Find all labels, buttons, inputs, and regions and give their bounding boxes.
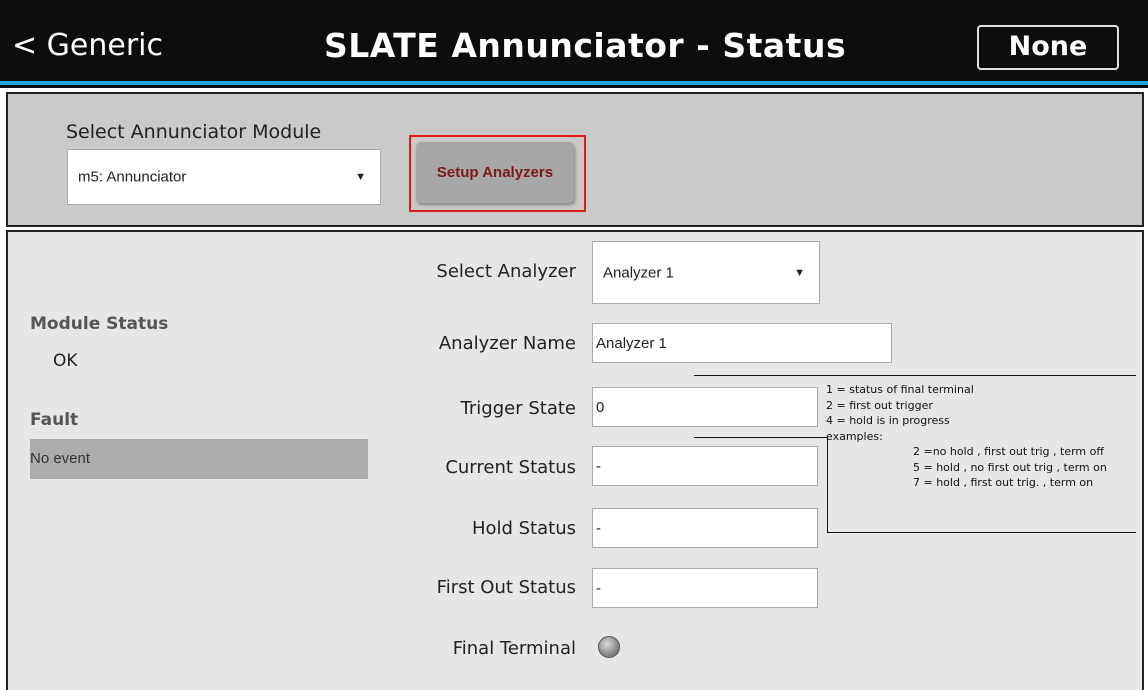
module-select-label: Select Annunciator Module <box>66 121 322 143</box>
legend-example: 7 = hold , first out trig. , term on <box>913 476 1094 489</box>
dropdown-arrow-icon: ▼ <box>355 171 366 183</box>
legend-line: 4 = hold is in progress <box>826 414 950 427</box>
back-button[interactable]: < Generic <box>12 28 163 63</box>
legend-top-line <box>694 375 1136 376</box>
module-select-dropdown[interactable]: m5: Annunciator ▼ <box>67 149 381 205</box>
current-status-label: Current Status <box>445 457 576 478</box>
page-title: SLATE Annunciator - Status <box>324 26 847 65</box>
trigger-state-input[interactable] <box>592 387 818 427</box>
header-accent-line <box>0 81 1148 85</box>
module-status-value: OK <box>53 351 78 371</box>
module-status-label: Module Status <box>30 314 169 334</box>
trigger-state-label: Trigger State <box>460 398 576 419</box>
dropdown-arrow-icon: ▼ <box>794 266 805 279</box>
current-status-input[interactable] <box>592 446 818 486</box>
analyzer-panel: Module Status OK Fault No event Select A… <box>6 230 1144 690</box>
module-select-value: m5: Annunciator <box>78 168 187 186</box>
legend-example: 5 = hold , no first out trig , term on <box>913 460 1107 474</box>
led-indicator-icon <box>598 636 620 658</box>
analyzer-select-dropdown[interactable]: Analyzer 1 ▼ <box>592 241 820 304</box>
module-select-panel: Select Annunciator Module m5: Annunciato… <box>6 92 1144 227</box>
legend-line: 1 = status of final terminal <box>826 383 974 396</box>
legend-line: examples: <box>826 429 883 443</box>
select-analyzer-label: Select Analyzer <box>436 261 576 282</box>
analyzer-name-input[interactable] <box>592 323 892 363</box>
legend-example: 2 =no hold , first out trig , term off <box>913 445 1104 458</box>
first-out-status-label: First Out Status <box>436 577 576 598</box>
legend-bottom-line <box>827 532 1136 533</box>
setup-analyzers-highlight: Setup Analyzers <box>409 135 586 212</box>
hold-status-input[interactable] <box>592 508 818 548</box>
analyzer-select-value: Analyzer 1 <box>603 264 674 281</box>
final-terminal-label: Final Terminal <box>452 638 576 659</box>
none-button[interactable]: None <box>977 25 1119 70</box>
analyzer-name-label: Analyzer Name <box>438 333 576 354</box>
app-header: < Generic SLATE Annunciator - Status Non… <box>0 0 1148 88</box>
setup-analyzers-button[interactable]: Setup Analyzers <box>416 142 574 203</box>
first-out-status-input[interactable] <box>592 568 818 608</box>
hold-status-label: Hold Status <box>471 518 576 539</box>
legend-line: 2 = first out trigger <box>826 398 933 412</box>
legend-connector-line <box>694 437 828 438</box>
trigger-state-legend: 1 = status of final terminal 2 = first o… <box>826 382 1107 491</box>
